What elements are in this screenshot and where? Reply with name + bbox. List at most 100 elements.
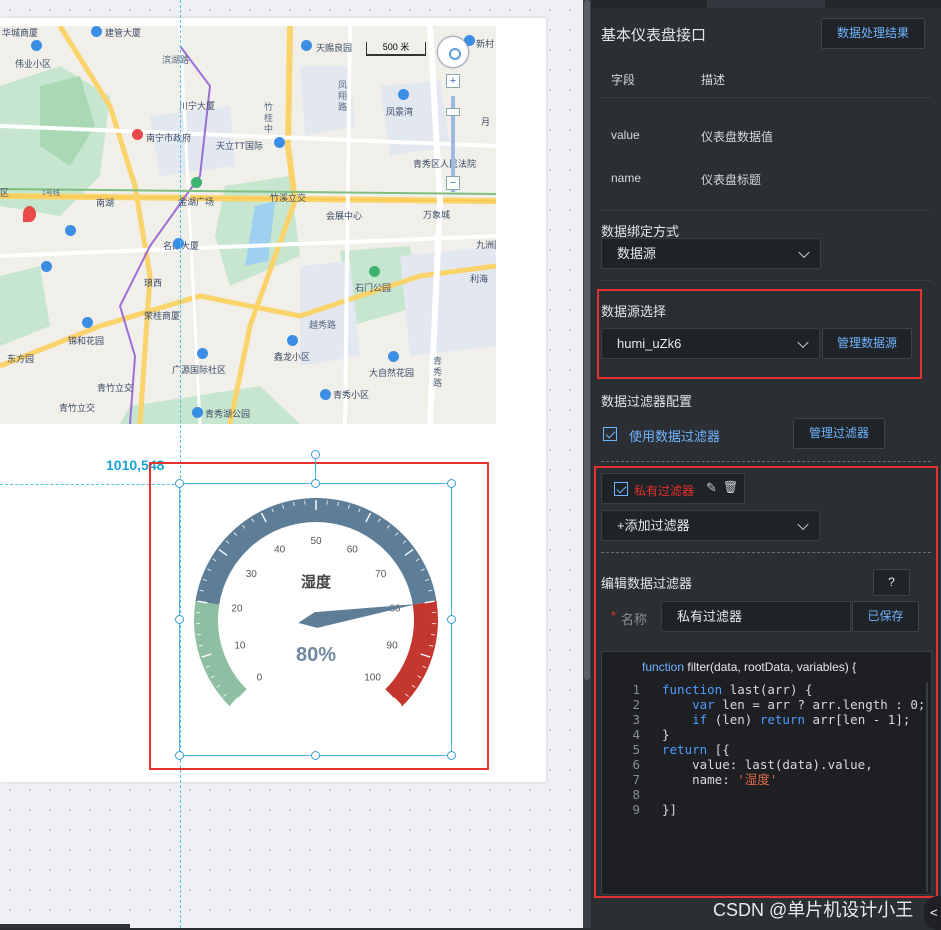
line-number: 9	[602, 802, 640, 817]
map-label: 伟业小区	[15, 57, 51, 70]
line-number: 1	[602, 682, 640, 697]
map-label: 建管大厦	[105, 26, 141, 39]
code-line[interactable]: 8	[602, 787, 662, 802]
resize-handle[interactable]	[175, 615, 184, 624]
map-scale: 500 米	[366, 42, 426, 56]
gauge-tick-label: 10	[234, 641, 246, 652]
map-label: 新村	[476, 37, 494, 50]
filter-name-input[interactable]: 私有过滤器	[661, 601, 851, 632]
code-line[interactable]: 4}	[602, 727, 670, 742]
table-header-field: 字段	[611, 71, 635, 88]
add-filter-select[interactable]: +添加过滤器	[601, 510, 820, 541]
gauge-tick-label: 0	[257, 673, 263, 684]
panel-title: 基本仪表盘接口	[601, 24, 706, 45]
code-line[interactable]: 1function last(arr) {	[602, 682, 813, 697]
gauge-tick-label: 20	[231, 603, 243, 614]
code-line[interactable]: 5return [{	[602, 742, 730, 757]
map-label: 天赐良园	[316, 41, 352, 54]
map-label: 滨湖路	[162, 53, 189, 66]
private-filter-chip[interactable]: 私有过滤器 ✎ 🗑	[601, 473, 745, 504]
design-canvas[interactable]: 华城商厦 建管大厦 伟业小区 滨湖路 天赐良园 新村 凤 翔 路 凤景湾 川宁大…	[0, 0, 583, 928]
map-label: 琅西	[144, 276, 162, 289]
resize-handle[interactable]	[311, 751, 320, 760]
chevron-down-icon	[797, 336, 808, 347]
parking-icon	[65, 225, 76, 236]
manage-source-button[interactable]: 管理数据源	[822, 328, 912, 359]
map-label: 会展中心	[326, 209, 362, 222]
map-label: 利海	[470, 272, 488, 285]
use-filter-checkbox[interactable]	[603, 427, 617, 441]
resize-handle[interactable]	[447, 751, 456, 760]
map-label: 万象城	[423, 208, 450, 221]
name-field-label: 名称	[621, 609, 647, 628]
map-poi-icon	[41, 261, 52, 272]
code-scrollbar[interactable]	[926, 682, 928, 892]
map-label: 路	[433, 376, 442, 389]
edit-icon[interactable]: ✎	[706, 480, 717, 496]
map-label: 东方园	[7, 352, 34, 365]
gauge-title: 湿度	[301, 573, 332, 591]
map-label: 1号线	[42, 188, 60, 198]
map-poi-icon	[398, 89, 409, 100]
resize-handle[interactable]	[175, 751, 184, 760]
code-line[interactable]: 3 if (len) return arr[len - 1];	[602, 712, 910, 727]
resize-handle[interactable]	[311, 479, 320, 488]
manage-filter-button[interactable]: 管理过滤器	[793, 418, 885, 449]
map-background	[0, 26, 496, 424]
map-label: 南宁市政府	[146, 131, 191, 144]
binding-select[interactable]: 数据源	[601, 238, 821, 269]
map-label: 月	[481, 115, 490, 128]
code-line[interactable]: 6 value: last(data).value,	[602, 757, 873, 772]
code-editor[interactable]: function filter(data, rootData, variable…	[601, 651, 932, 895]
map-poi-icon	[320, 389, 331, 400]
gauge-tick-label: 40	[274, 545, 286, 556]
gauge-arcs	[194, 498, 438, 706]
map-poi-icon	[287, 335, 298, 346]
divider	[601, 461, 931, 462]
map-poi-icon	[91, 26, 102, 37]
saved-button[interactable]: 已保存	[852, 601, 919, 632]
map-poi-icon	[31, 40, 42, 51]
resize-handle[interactable]	[175, 479, 184, 488]
map-label: 九洲国	[476, 238, 496, 251]
map-label: 青秀小区	[333, 388, 369, 401]
code-line[interactable]: 2 var len = arr ? arr.length : 0;	[602, 697, 925, 712]
line-number: 5	[602, 742, 640, 757]
table-cell-field: name	[611, 171, 641, 185]
source-select[interactable]: humi_uZk6	[601, 328, 820, 359]
map-label: 凤景湾	[386, 105, 413, 118]
help-button[interactable]: ?	[873, 569, 910, 596]
map-widget[interactable]: 华城商厦 建管大厦 伟业小区 滨湖路 天赐良园 新村 凤 翔 路 凤景湾 川宁大…	[0, 26, 496, 424]
map-poi-icon	[388, 351, 399, 362]
zoom-slider-thumb[interactable]	[446, 108, 460, 116]
panel-tab[interactable]	[707, 0, 825, 8]
collapse-arrow-icon[interactable]: <	[924, 896, 941, 930]
trash-icon[interactable]: 🗑	[723, 480, 738, 494]
data-result-button[interactable]: 数据处理结果	[821, 18, 925, 49]
horizontal-scrollbar[interactable]	[0, 924, 130, 928]
rotate-handle[interactable]	[311, 450, 320, 459]
code-header-signature: filter(data, rootData, variables) {	[684, 660, 856, 674]
use-filter-label[interactable]: 使用数据过滤器	[629, 426, 720, 445]
gauge-tick-label: 50	[310, 536, 322, 547]
gauge-tick-label: 60	[347, 545, 359, 556]
zoom-out-button[interactable]: −	[446, 176, 460, 190]
code-line[interactable]: 9}]	[602, 802, 677, 817]
code-line[interactable]: 7 name: '湿度'	[602, 772, 777, 787]
map-label: 青竹立交	[59, 401, 95, 414]
gauge-arc-high	[385, 601, 438, 706]
line-number: 7	[602, 772, 640, 787]
resize-handle[interactable]	[447, 479, 456, 488]
map-pan-control-icon[interactable]	[437, 36, 469, 68]
map-poi-icon	[301, 40, 312, 51]
scrollbar-thumb[interactable]	[584, 0, 590, 680]
map-label: 越秀路	[309, 318, 336, 331]
zoom-in-button[interactable]: +	[446, 74, 460, 88]
gauge-chart[interactable]: 0102030405060708090100 湿度 80%	[180, 484, 452, 756]
canvas-vertical-scrollbar[interactable]	[583, 0, 591, 928]
private-filter-checkbox[interactable]	[614, 482, 628, 496]
map-label: 鑫龙小区	[274, 350, 310, 363]
map-label: 天立TT国际	[216, 139, 263, 152]
map-label: 南湖	[96, 196, 114, 209]
resize-handle[interactable]	[447, 615, 456, 624]
